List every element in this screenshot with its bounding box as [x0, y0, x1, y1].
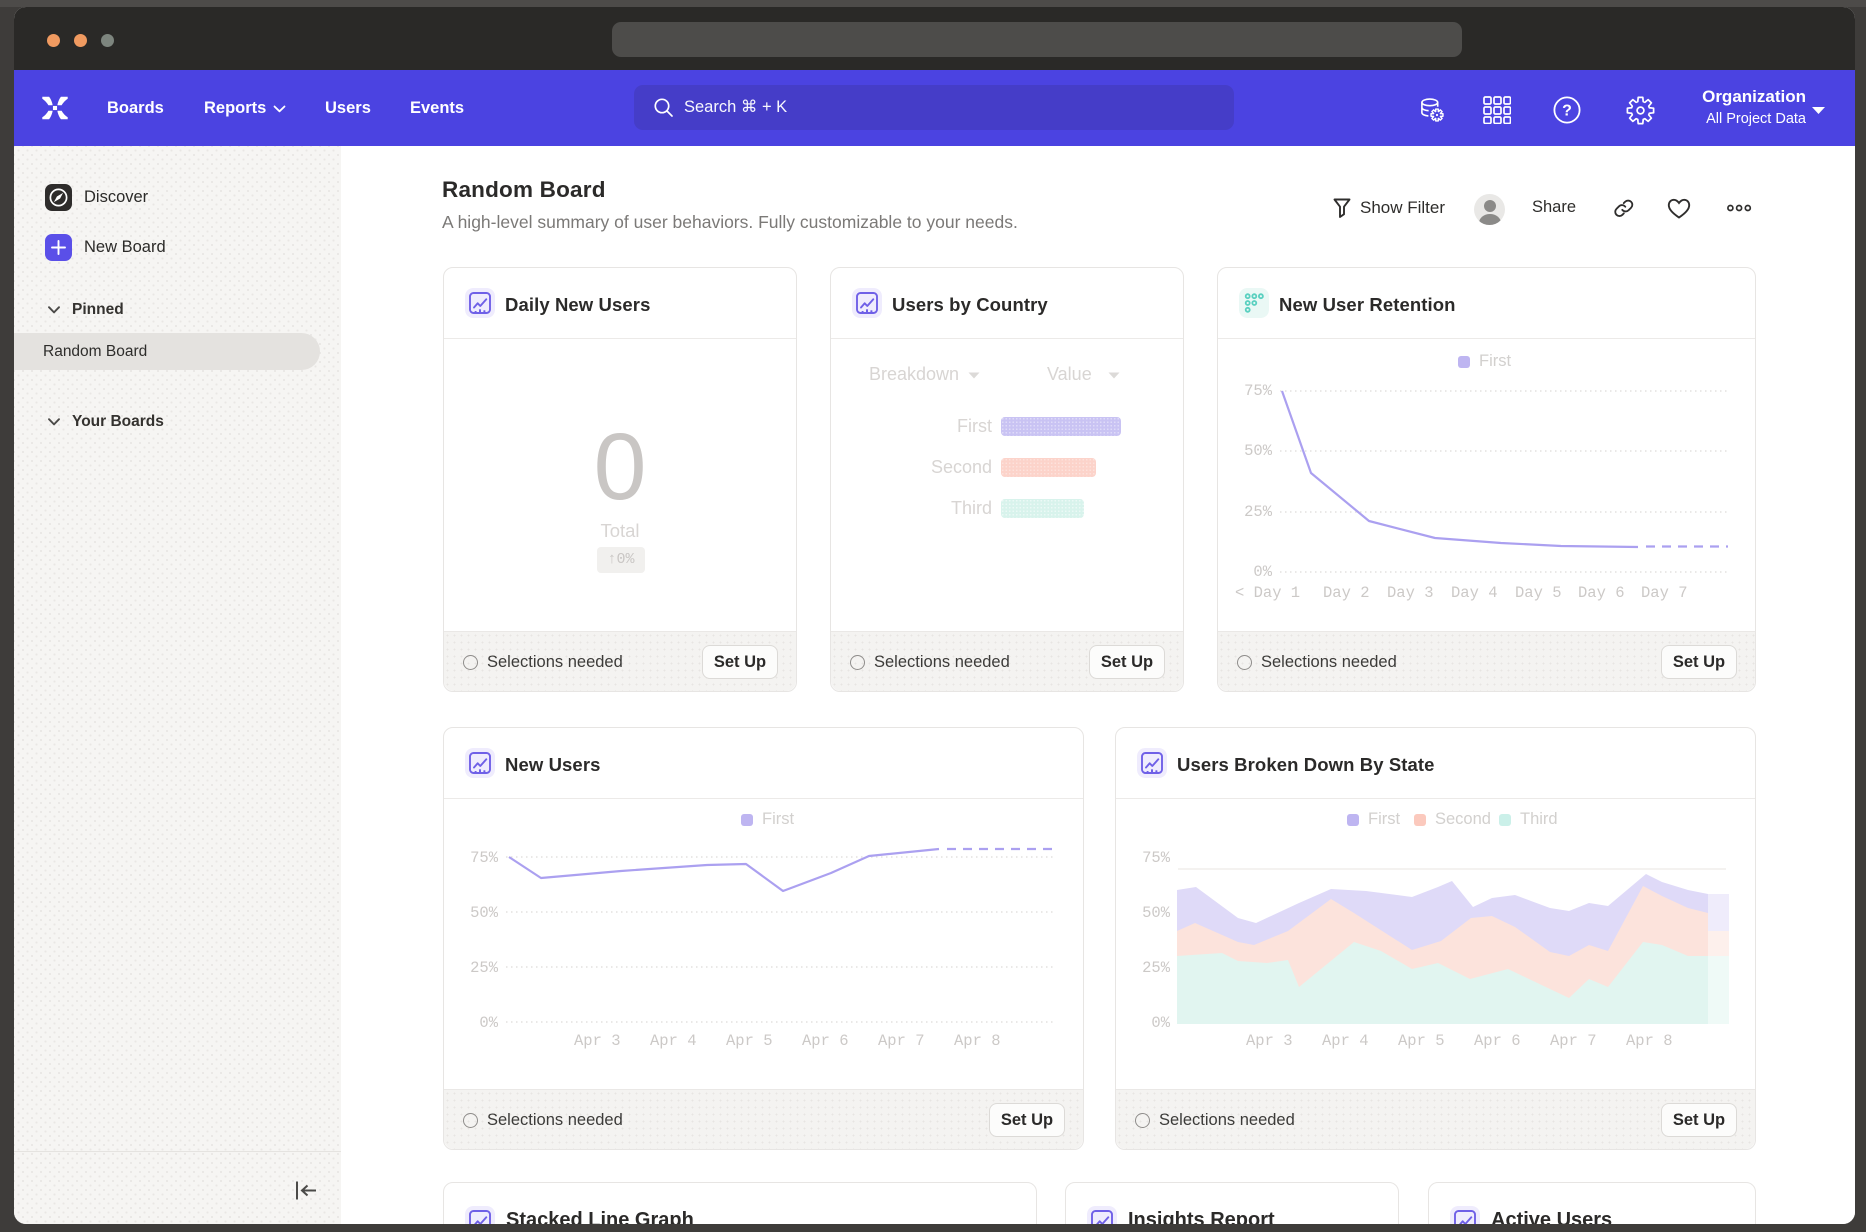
svg-text:?: ? — [1562, 103, 1572, 120]
